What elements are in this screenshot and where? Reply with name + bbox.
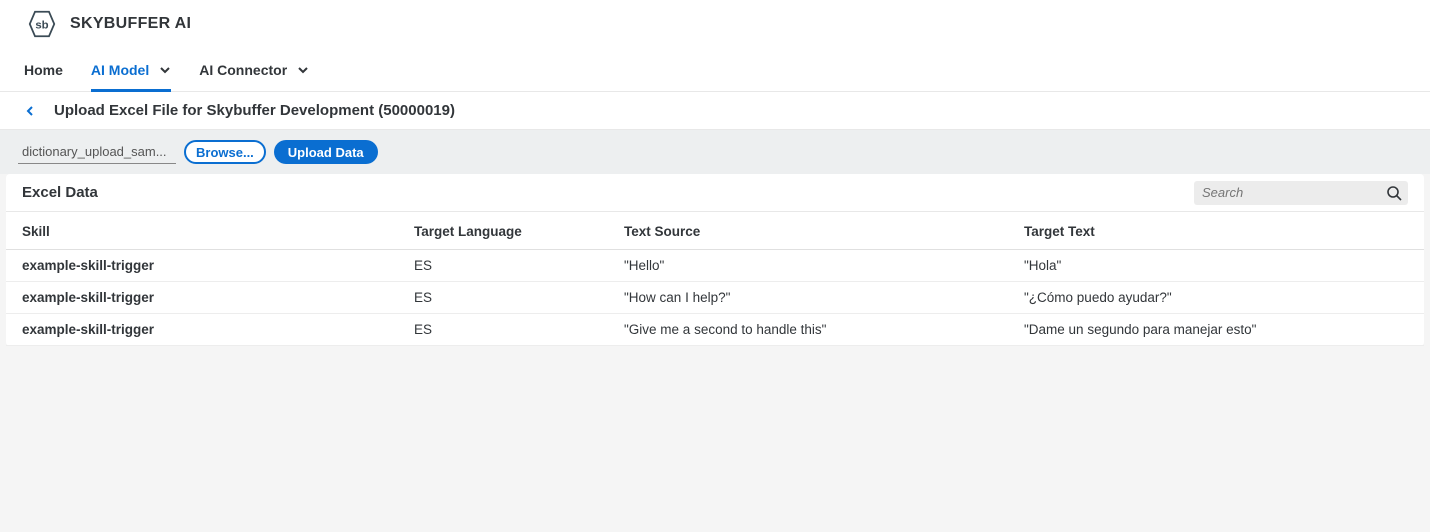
cell-target-language: ES (398, 282, 608, 314)
upload-toolbar: Browse... Upload Data (0, 130, 1430, 174)
header-target-language[interactable]: Target Language (398, 212, 608, 250)
selected-file-name[interactable] (18, 140, 176, 164)
cell-text-source: "How can I help?" (608, 282, 1008, 314)
chevron-down-icon (159, 64, 171, 76)
table-row[interactable]: example-skill-triggerES"Hello""Hola" (6, 250, 1424, 282)
cell-target-text: "Dame un segundo para manejar esto" (1008, 314, 1424, 346)
brand-logo: sb (28, 10, 56, 38)
excel-data-panel: Excel Data Skill Target Language Text So… (6, 174, 1424, 346)
table-row[interactable]: example-skill-triggerES"Give me a second… (6, 314, 1424, 346)
search-box[interactable] (1194, 181, 1408, 205)
title-bar: Upload Excel File for Skybuffer Developm… (0, 92, 1430, 130)
panel-title: Excel Data (22, 184, 98, 201)
cell-skill: example-skill-trigger (6, 282, 398, 314)
cell-target-language: ES (398, 250, 608, 282)
cell-target-language: ES (398, 314, 608, 346)
cell-text-source: "Give me a second to handle this" (608, 314, 1008, 346)
back-button[interactable] (20, 101, 40, 121)
main-nav: Home AI Model AI Connector (0, 48, 1430, 92)
cell-target-text: "¿Cómo puedo ayudar?" (1008, 282, 1424, 314)
nav-label-home: Home (24, 62, 63, 78)
nav-item-ai-model[interactable]: AI Model (91, 48, 171, 91)
upload-data-button[interactable]: Upload Data (274, 140, 378, 164)
brand-bar: sb SKYBUFFER AI (0, 0, 1430, 48)
search-icon[interactable] (1386, 185, 1402, 201)
cell-skill: example-skill-trigger (6, 314, 398, 346)
cell-target-text: "Hola" (1008, 250, 1424, 282)
chevron-down-icon (297, 64, 309, 76)
header-target-text[interactable]: Target Text (1008, 212, 1424, 250)
search-input[interactable] (1202, 185, 1380, 200)
panel-header: Excel Data (6, 174, 1424, 212)
brand-title: SKYBUFFER AI (70, 15, 191, 33)
page-title: Upload Excel File for Skybuffer Developm… (54, 102, 455, 119)
nav-item-home[interactable]: Home (24, 48, 63, 91)
header-text-source[interactable]: Text Source (608, 212, 1008, 250)
table-header-row: Skill Target Language Text Source Target… (6, 212, 1424, 250)
nav-label-ai-model: AI Model (91, 62, 149, 78)
brand-logo-text: sb (35, 19, 48, 31)
header-skill[interactable]: Skill (6, 212, 398, 250)
cell-text-source: "Hello" (608, 250, 1008, 282)
browse-button[interactable]: Browse... (184, 140, 266, 164)
table-row[interactable]: example-skill-triggerES"How can I help?"… (6, 282, 1424, 314)
nav-item-ai-connector[interactable]: AI Connector (199, 48, 309, 91)
nav-label-ai-connector: AI Connector (199, 62, 287, 78)
excel-data-table: Skill Target Language Text Source Target… (6, 212, 1424, 346)
cell-skill: example-skill-trigger (6, 250, 398, 282)
